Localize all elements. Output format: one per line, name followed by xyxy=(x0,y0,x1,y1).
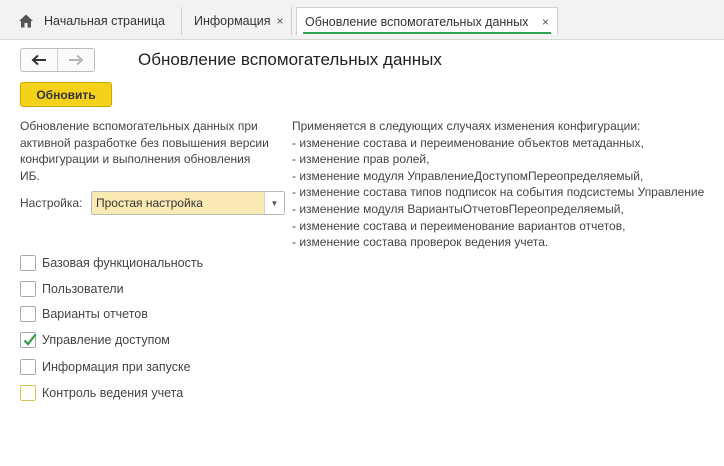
close-icon[interactable]: × xyxy=(271,14,284,28)
tab-home-label: Начальная страница xyxy=(44,14,165,28)
checkbox[interactable] xyxy=(20,385,36,401)
description-text: Обновление вспомогательных данных при ак… xyxy=(20,119,269,183)
setting-label: Настройка: xyxy=(20,196,83,210)
usage-case-line: - изменение состава проверок ведения уче… xyxy=(292,235,549,250)
arrow-left-icon xyxy=(31,54,46,66)
usage-case-line: Применяется в следующих случаях изменени… xyxy=(292,119,641,133)
checkbox-row-accounting-control[interactable]: Контроль ведения учета xyxy=(20,384,183,402)
history-navigation xyxy=(20,48,95,72)
checkbox-row-access-control[interactable]: Управление доступом xyxy=(20,331,170,349)
usage-case-line: - изменение модуля ВариантыОтчетовПереоп… xyxy=(292,201,624,216)
back-button[interactable] xyxy=(21,49,58,71)
usage-cases: Применяется в следующих случаях изменени… xyxy=(292,118,724,251)
tab-update-data[interactable]: Обновление вспомогательных данных × xyxy=(296,7,558,35)
usage-case-line: - изменение состава и переименование вар… xyxy=(292,218,626,233)
close-icon[interactable]: × xyxy=(536,15,549,29)
usage-case-line: - изменение модуля УправлениеДоступомПер… xyxy=(292,168,644,183)
checkbox-label: Варианты отчетов xyxy=(42,307,148,321)
checkbox-row-report-variants[interactable]: Варианты отчетов xyxy=(20,305,148,323)
setting-value: Простая настройка xyxy=(96,196,203,210)
update-button[interactable]: Обновить xyxy=(20,82,112,107)
usage-case-line: - изменение состава типов подписок на со… xyxy=(292,185,705,200)
tab-bar: Начальная страница Информация × Обновлен… xyxy=(0,0,724,40)
checkbox[interactable] xyxy=(20,332,37,348)
tab-home[interactable]: Начальная страница xyxy=(10,7,182,35)
checkbox[interactable] xyxy=(20,281,36,297)
checkbox-label: Управление доступом xyxy=(42,333,170,347)
tab-update-data-label: Обновление вспомогательных данных xyxy=(305,14,529,29)
checkbox[interactable] xyxy=(20,255,36,271)
checkmark-icon xyxy=(23,333,37,346)
checkbox[interactable] xyxy=(20,359,36,375)
tab-info[interactable]: Информация × xyxy=(186,7,292,35)
checkbox-label: Базовая функциональность xyxy=(42,256,204,270)
arrow-right-icon xyxy=(69,54,84,66)
chevron-down-icon[interactable]: ▼ xyxy=(264,192,284,214)
checkbox-label: Пользователи xyxy=(42,282,124,296)
checkbox-row-startup-info[interactable]: Информация при запуске xyxy=(20,358,191,376)
checkbox-row-users[interactable]: Пользователи xyxy=(20,280,124,298)
tab-info-label: Информация xyxy=(194,14,271,28)
checkbox-label: Контроль ведения учета xyxy=(42,386,184,400)
checkbox-label: Информация при запуске xyxy=(42,360,191,374)
usage-case-line: - изменение прав ролей, xyxy=(292,152,430,167)
setting-select[interactable]: Простая настройка ▼ xyxy=(91,191,285,215)
checkbox-row-basic-functionality[interactable]: Базовая функциональность xyxy=(20,254,203,272)
checkbox[interactable] xyxy=(20,306,36,322)
usage-case-line: - изменение состава и переименование объ… xyxy=(292,135,644,150)
page-title: Обновление вспомогательных данных xyxy=(138,50,442,69)
home-icon xyxy=(18,13,34,29)
forward-button[interactable] xyxy=(58,49,94,71)
